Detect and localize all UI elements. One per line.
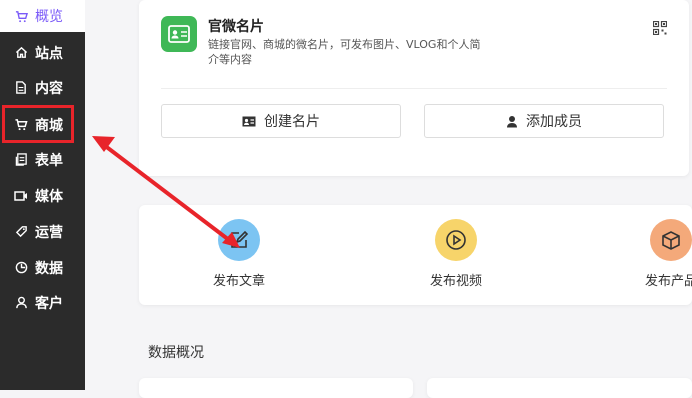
home-icon <box>14 46 28 60</box>
create-namecard-button[interactable]: 创建名片 <box>161 104 401 138</box>
sidebar-item-label: 媒体 <box>35 188 63 205</box>
sidebar-item-label: 运营 <box>35 224 63 241</box>
namecard-title: 官微名片 <box>208 19 264 35</box>
namecard-card: 官微名片 链接官网、商城的微名片，可发布图片、VLOG和个人简介等内容 创建名片… <box>139 0 689 176</box>
pie-chart-icon <box>14 261 28 275</box>
create-namecard-label: 创建名片 <box>264 114 320 130</box>
qr-code-icon[interactable] <box>652 20 668 36</box>
publish-product-label: 发布产品 <box>644 274 692 289</box>
sidebar-item-label: 数据 <box>35 260 63 277</box>
namecard-logo-icon <box>161 16 197 52</box>
add-member-label: 添加成员 <box>526 114 582 130</box>
add-member-button[interactable]: 添加成员 <box>424 104 664 138</box>
sidebar-item-overview[interactable]: 概览 <box>0 0 85 32</box>
namecard-description: 链接官网、商城的微名片，可发布图片、VLOG和个人简介等内容 <box>208 38 481 66</box>
annotation-highlight-box <box>2 105 74 143</box>
edit-icon <box>218 219 260 261</box>
sidebar-item-data[interactable]: 数据 <box>0 250 85 285</box>
annotation-arrowhead-left <box>92 136 115 152</box>
sidebar-item-customer[interactable]: 客户 <box>0 285 85 320</box>
publish-video-action[interactable]: 发布视频 <box>406 219 506 289</box>
sidebar-item-media[interactable]: 媒体 <box>0 178 85 213</box>
id-card-icon <box>242 116 256 127</box>
video-icon <box>14 189 28 203</box>
sidebar-item-label: 表单 <box>35 152 63 169</box>
document-icon <box>14 81 28 95</box>
publish-product-action[interactable]: 发布产品 <box>621 219 692 289</box>
data-overview-card <box>427 378 692 398</box>
user-icon <box>14 296 28 310</box>
play-icon <box>435 219 477 261</box>
quick-actions-card: 发布文章 发布视频 发布产品 <box>139 205 692 305</box>
publish-article-action[interactable]: 发布文章 <box>189 219 289 289</box>
cart-outline-icon <box>14 9 28 23</box>
sidebar-item-site[interactable]: 站点 <box>0 35 85 70</box>
sidebar-item-operation[interactable]: 运营 <box>0 214 85 249</box>
sidebar-item-label: 站点 <box>35 45 63 62</box>
sidebar-item-label: 内容 <box>35 80 63 97</box>
user-add-icon <box>506 115 518 128</box>
publish-video-label: 发布视频 <box>429 274 482 289</box>
data-overview-title: 数据概况 <box>148 345 204 361</box>
sidebar: 概览 站点 内容 商城 表单 媒体 运营 数据 客户 <box>0 0 85 390</box>
divider <box>161 88 667 89</box>
sidebar-item-label: 客户 <box>35 295 63 312</box>
sidebar-item-form[interactable]: 表单 <box>0 142 85 177</box>
sidebar-item-content[interactable]: 内容 <box>0 70 85 105</box>
tag-icon <box>14 225 28 239</box>
data-overview-card <box>139 378 413 398</box>
sidebar-item-label: 概览 <box>35 9 63 25</box>
form-icon <box>14 153 28 167</box>
box-icon <box>650 219 692 261</box>
publish-article-label: 发布文章 <box>212 274 265 289</box>
